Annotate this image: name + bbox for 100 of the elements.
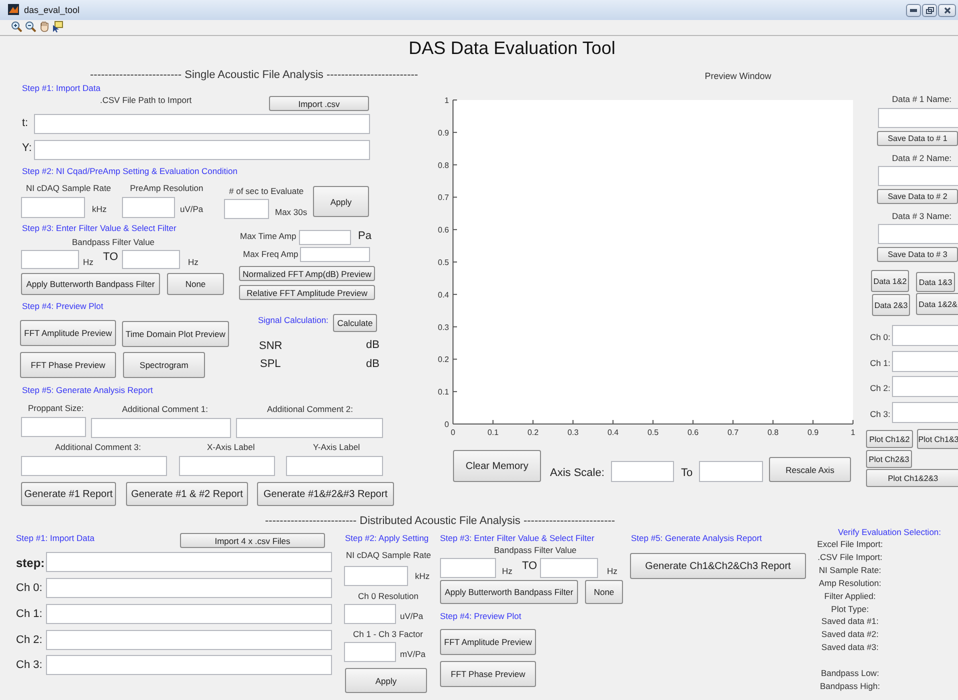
input-field[interactable] <box>540 558 598 578</box>
field-label: uV/Pa <box>400 610 424 623</box>
input-field[interactable] <box>299 230 351 245</box>
input-field[interactable] <box>91 418 231 438</box>
zoom-out-icon[interactable] <box>25 21 36 32</box>
input-field[interactable] <box>892 376 958 397</box>
action-button[interactable]: Normalized FFT Amp(dB) Preview <box>239 266 375 281</box>
action-button[interactable]: None <box>167 273 224 295</box>
action-button[interactable]: Save Data to # 1 <box>877 131 958 146</box>
tick-label: 0.2 <box>438 355 449 364</box>
action-button[interactable]: Plot Ch1&3 <box>917 429 958 449</box>
input-field[interactable] <box>878 166 958 186</box>
input-field[interactable] <box>34 140 370 160</box>
close-button[interactable] <box>938 4 956 17</box>
action-button[interactable]: Plot Ch1&2&3 <box>866 469 958 487</box>
input-field[interactable] <box>344 604 396 624</box>
input-field[interactable] <box>286 456 383 476</box>
action-button[interactable]: Relative FFT Amplitude Preview <box>239 285 375 300</box>
action-button[interactable]: Data 1&2 <box>871 270 909 292</box>
input-field[interactable] <box>892 325 958 346</box>
field-label: dB <box>366 338 380 352</box>
input-field[interactable] <box>21 250 79 269</box>
action-button[interactable]: Generate #1&#2&#3 Report <box>257 482 394 506</box>
input-field[interactable] <box>46 604 332 624</box>
input-field[interactable] <box>699 461 763 482</box>
input-field[interactable] <box>236 418 383 438</box>
input-field[interactable] <box>46 578 332 598</box>
tick-label: 0.7 <box>438 193 449 202</box>
action-button[interactable]: Rescale Axis <box>769 457 851 482</box>
verify-label: Saved data #1: <box>821 615 879 628</box>
input-field[interactable] <box>179 456 275 476</box>
action-button[interactable]: Data 1&3 <box>916 272 955 292</box>
field-label: Bandpass Filter Value <box>494 544 577 557</box>
tick-label: 0.3 <box>438 322 449 332</box>
field-label: step: <box>16 556 45 570</box>
action-button[interactable]: Apply Butterworth Bandpass Filter <box>21 273 160 295</box>
field-label: Hz <box>83 256 94 269</box>
action-button[interactable]: Data 2&3 <box>872 294 910 316</box>
input-field[interactable] <box>892 351 958 372</box>
input-field[interactable] <box>122 250 180 269</box>
input-field[interactable] <box>878 108 958 128</box>
input-field[interactable] <box>122 197 175 218</box>
input-field[interactable] <box>21 417 86 437</box>
field-label: TO <box>103 250 118 264</box>
action-button[interactable]: Plot Ch2&3 <box>866 450 912 468</box>
tick-label: 0.1 <box>487 428 499 437</box>
restore-button[interactable] <box>922 4 937 17</box>
action-button[interactable]: Generate #1 & #2 Report <box>126 482 248 506</box>
verify-label: Saved data #2: <box>821 628 879 641</box>
input-field[interactable] <box>21 456 167 476</box>
action-button[interactable]: Save Data to # 2 <box>877 189 958 204</box>
zoom-in-icon[interactable] <box>11 21 22 32</box>
input-field[interactable] <box>344 566 408 586</box>
input-field[interactable] <box>300 247 370 262</box>
minimize-icon <box>910 9 917 12</box>
action-button[interactable]: Data 1&2& <box>916 293 958 315</box>
action-button[interactable]: Import .csv <box>269 96 369 111</box>
app-icon <box>8 4 19 15</box>
action-button[interactable]: FFT Amplitude Preview <box>440 629 536 655</box>
action-button[interactable]: Time Domain Plot Preview <box>122 321 229 347</box>
verify-label: Filter Applied: <box>824 590 876 603</box>
field-label: kHz <box>92 203 107 216</box>
field-label: Ch 3: <box>16 658 42 672</box>
input-field[interactable] <box>611 461 674 482</box>
input-field[interactable] <box>224 199 269 219</box>
data-cursor-icon[interactable] <box>52 21 63 33</box>
action-button[interactable]: Apply Butterworth Bandpass Filter <box>440 580 578 604</box>
input-field[interactable] <box>440 558 496 578</box>
action-button[interactable]: Import 4 x .csv Files <box>180 533 325 548</box>
action-button[interactable]: Save Data to # 3 <box>877 247 958 262</box>
hand-icon[interactable] <box>39 21 50 32</box>
action-button[interactable]: Calculate <box>333 314 377 332</box>
tick-label: 0.6 <box>687 428 699 437</box>
action-button[interactable]: Clear Memory <box>453 450 541 482</box>
step-heading: Step #1: Import Data <box>16 532 94 545</box>
tick-label: 1 <box>444 96 449 105</box>
input-field[interactable] <box>892 402 958 423</box>
action-button[interactable]: Apply <box>345 668 427 693</box>
action-button[interactable]: FFT Phase Preview <box>440 661 536 687</box>
action-button[interactable]: None <box>585 580 623 604</box>
restore-icon <box>926 7 934 14</box>
minimize-button[interactable] <box>906 4 921 17</box>
verify-label: Excel File Import: <box>817 538 883 551</box>
field-label: Pa <box>358 229 372 243</box>
input-field[interactable] <box>878 224 958 244</box>
input-field[interactable] <box>344 642 396 662</box>
field-label: .CSV File Path to Import <box>100 94 192 107</box>
action-button[interactable]: Plot Ch1&2 <box>866 430 913 448</box>
input-field[interactable] <box>46 655 332 675</box>
action-button[interactable]: FFT Phase Preview <box>20 352 116 378</box>
action-button[interactable]: Generate #1 Report <box>21 482 116 506</box>
tick-label: 0.9 <box>438 128 449 138</box>
input-field[interactable] <box>46 630 332 650</box>
action-button[interactable]: Apply <box>313 186 369 217</box>
action-button[interactable]: FFT Amplitude Preview <box>20 320 116 346</box>
action-button[interactable]: Generate Ch1&Ch2&Ch3 Report <box>630 553 806 579</box>
action-button[interactable]: Spectrogram <box>123 352 205 378</box>
input-field[interactable] <box>46 552 332 572</box>
input-field[interactable] <box>21 197 85 218</box>
input-field[interactable] <box>34 114 370 134</box>
